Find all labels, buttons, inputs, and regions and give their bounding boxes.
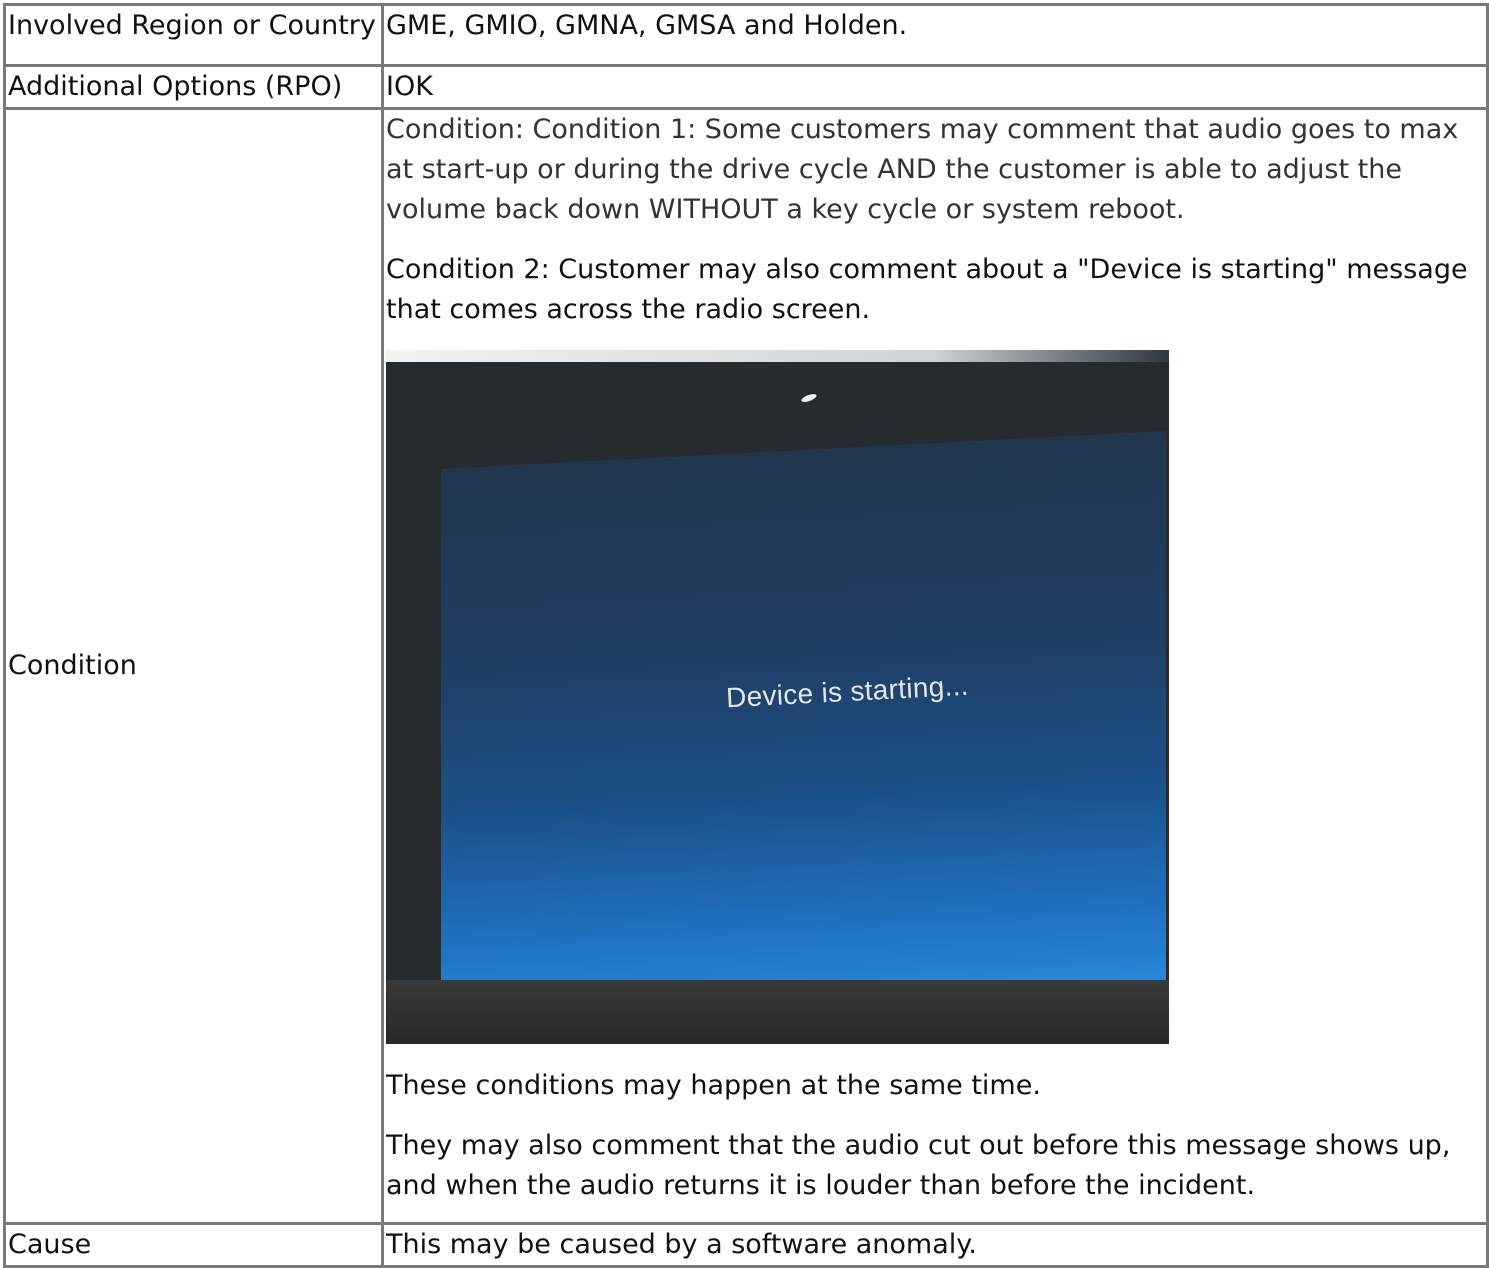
- table-row: Cause This may be caused by a software a…: [3, 1222, 1489, 1268]
- condition-content: Condition: Condition 1: Some customers m…: [381, 107, 1489, 1225]
- table-row: Condition Condition: Condition 1: Some c…: [3, 107, 1489, 1225]
- options-label: Additional Options (RPO): [3, 64, 384, 110]
- radio-screen-photo: Device is starting...: [386, 350, 1169, 1044]
- condition-paragraph-2: Condition 2: Customer may also comment a…: [386, 254, 1468, 325]
- cause-value: This may be caused by a software anomaly…: [381, 1222, 1489, 1268]
- region-label: Involved Region or Country: [3, 3, 384, 67]
- cause-label: Cause: [3, 1222, 384, 1268]
- bulletin-table: Involved Region or Country GME, GMIO, GM…: [3, 3, 1489, 1268]
- condition-paragraph-4: They may also comment that the audio cut…: [386, 1130, 1451, 1201]
- region-value: GME, GMIO, GMNA, GMSA and Holden.: [381, 3, 1489, 67]
- table-row: Involved Region or Country GME, GMIO, GM…: [3, 3, 1489, 67]
- radio-screen: [441, 431, 1166, 1034]
- condition-label: Condition: [3, 107, 384, 1225]
- options-value: IOK: [381, 64, 1489, 110]
- table-row: Additional Options (RPO) IOK: [3, 64, 1489, 110]
- condition-paragraph-3: These conditions may happen at the same …: [386, 1070, 1041, 1101]
- condition-paragraph-1: Condition: Condition 1: Some customers m…: [386, 114, 1459, 225]
- photo-glare: [800, 392, 818, 404]
- photo-dashboard: [386, 980, 1169, 1044]
- photo-bezel: [386, 350, 1169, 362]
